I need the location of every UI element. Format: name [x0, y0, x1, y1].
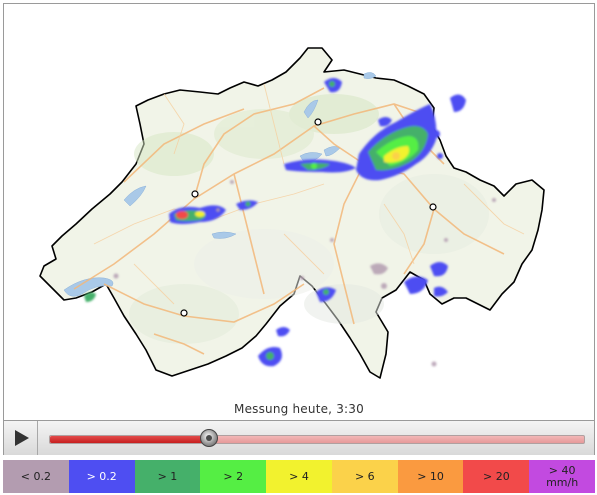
timeline-progress: [50, 436, 211, 443]
legend-item: > 6: [331, 460, 398, 493]
switzerland-radar-map: [4, 4, 594, 419]
legend-item: > 4: [266, 460, 332, 493]
legend-item: > 0.2: [68, 460, 135, 493]
play-button[interactable]: [4, 421, 38, 455]
legend-item: > 2: [200, 460, 267, 493]
legend-item: > 40 mm/h: [529, 460, 596, 493]
playback-controls: [4, 420, 594, 455]
legend-item: > 10: [397, 460, 464, 493]
legend-item: > 20: [463, 460, 530, 493]
play-icon: [15, 430, 29, 446]
timeline-slider-handle[interactable]: [200, 429, 219, 447]
radar-panel: Messung heute, 3:30: [3, 3, 595, 455]
legend-item: < 0.2: [3, 460, 69, 493]
measurement-timestamp: Messung heute, 3:30: [234, 402, 364, 416]
legend-item: > 1: [134, 460, 201, 493]
timeline-slider-track[interactable]: [49, 435, 585, 444]
precipitation-legend: < 0.2 > 0.2 > 1 > 2 > 4 > 6 > 10 > 20 > 40 mm/h: [3, 460, 596, 493]
